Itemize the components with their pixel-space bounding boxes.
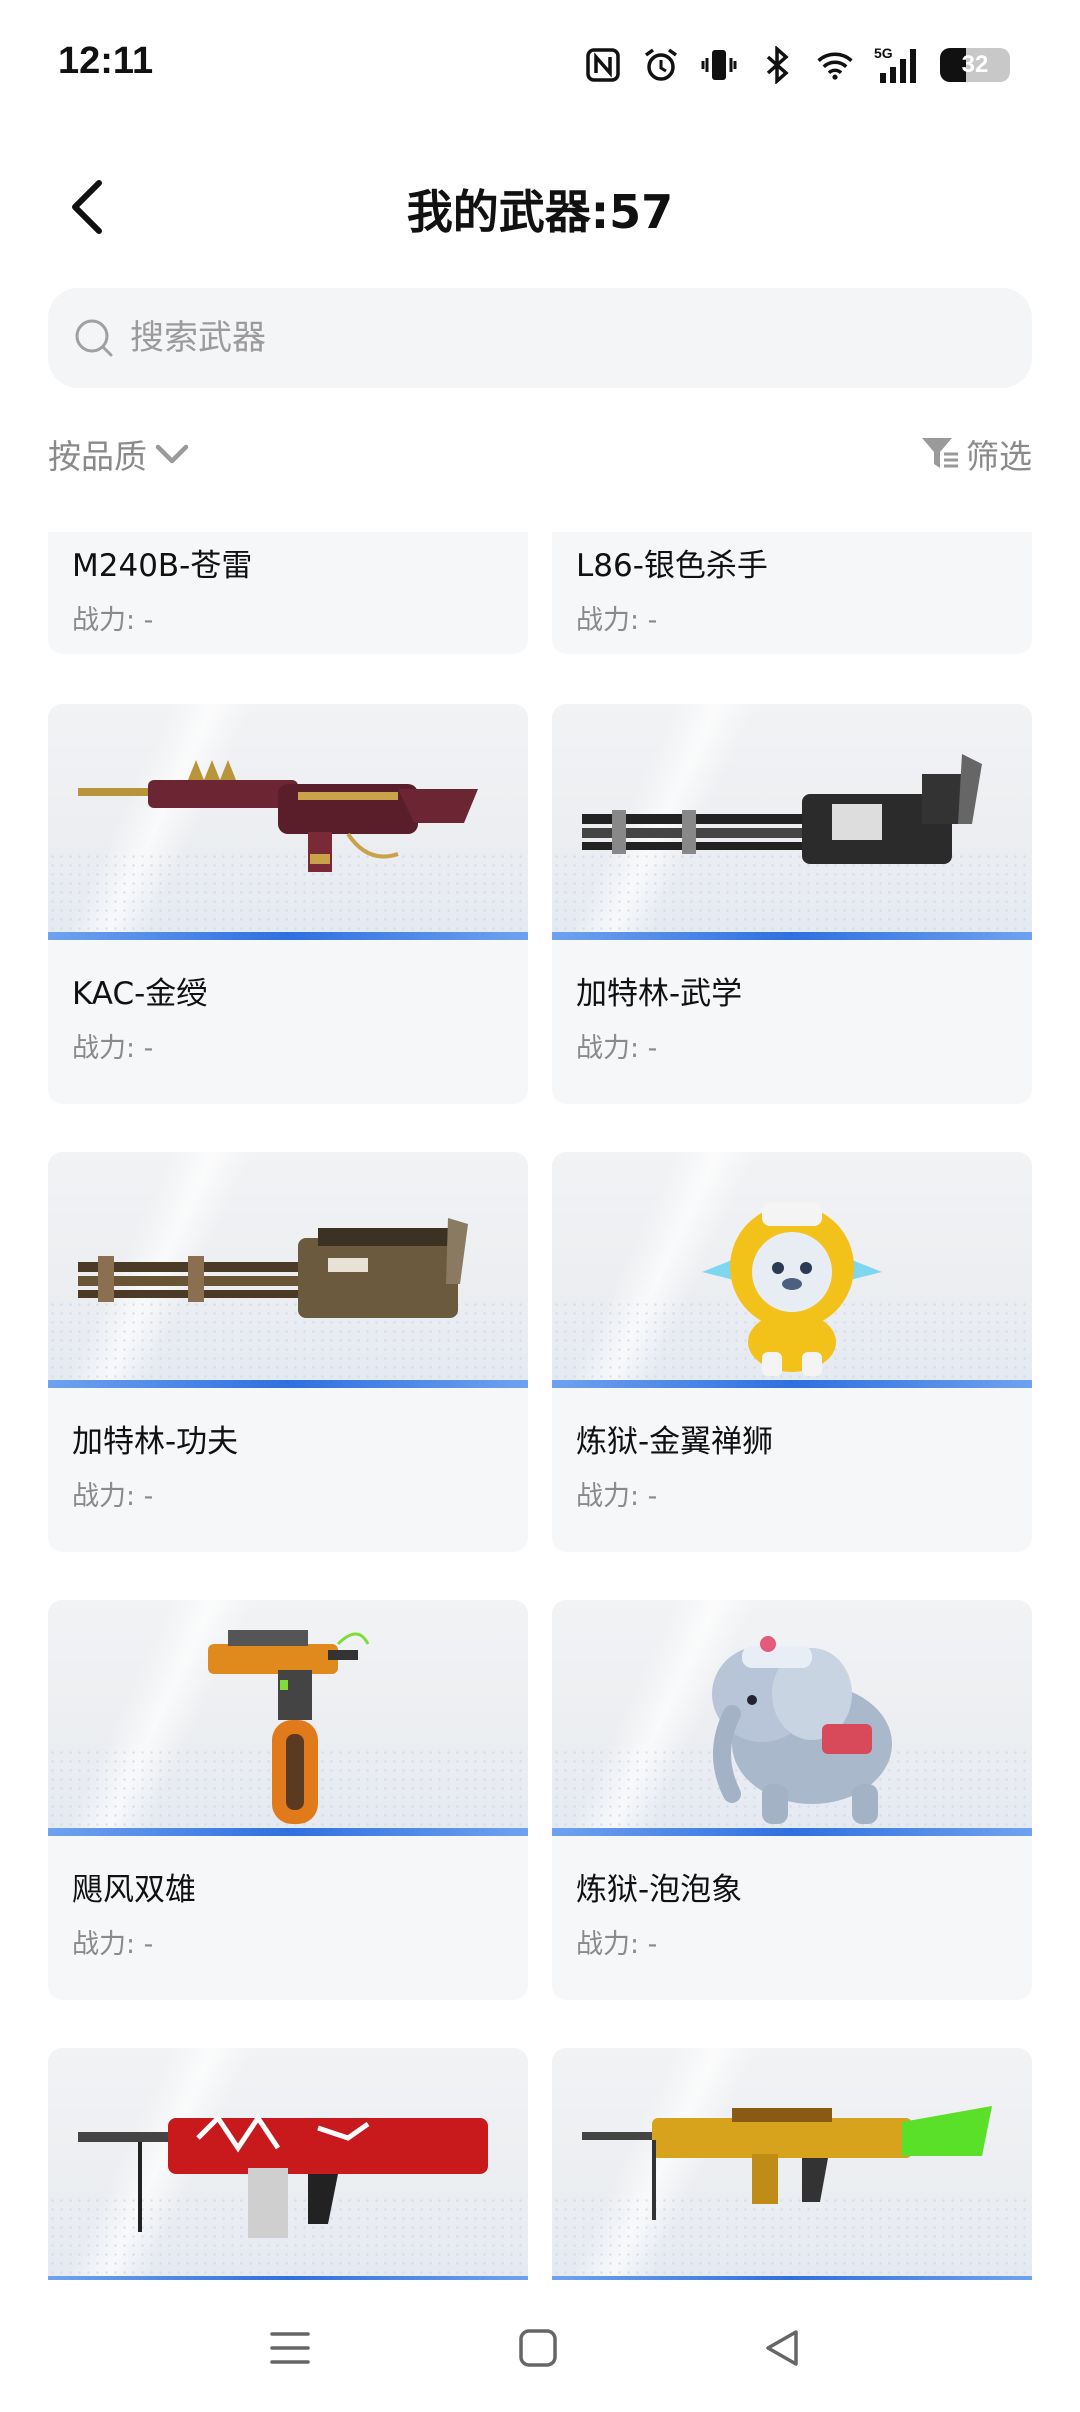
bubble-elephant-image (712, 1636, 892, 1824)
status-icons: 5G 32 (584, 45, 1010, 84)
weapon-card[interactable]: 加特林-武学 战力: - (552, 704, 1032, 1104)
kac-gun-image (78, 760, 478, 872)
weapon-power: 战力: - (576, 605, 658, 636)
svg-text:5G: 5G (874, 45, 893, 61)
weapon-name: L86-银色杀手 (576, 548, 768, 584)
search-icon (75, 319, 113, 357)
weapon-power: 战力: - (72, 1481, 154, 1512)
header: 我的武器:57 (0, 150, 1080, 260)
filter-label: 筛选 (966, 437, 1032, 476)
weapon-card[interactable]: 炼狱-泡泡象 战力: - (552, 1600, 1032, 2000)
back-nav-button[interactable] (752, 2318, 812, 2378)
weapon-power: 战力: - (576, 1929, 658, 1960)
weapon-image (48, 1152, 528, 1388)
weapon-card[interactable]: KAC-金绶 战力: - (48, 704, 528, 1104)
weapon-card[interactable]: M240B-苍雷 战力: - (48, 532, 528, 654)
vibrate-icon (700, 46, 738, 84)
sort-by-quality-button[interactable]: 按品质 (48, 430, 189, 478)
filter-button[interactable]: 筛选 (920, 430, 1032, 478)
weapon-image (552, 1152, 1032, 1388)
weapon-image (48, 2048, 528, 2280)
weapon-image (552, 704, 1032, 940)
page-title: 我的武器:57 (406, 185, 674, 239)
sort-label: 按品质 (48, 437, 147, 476)
weapon-power: 战力: - (72, 1929, 154, 1960)
hurricane-smg-image (208, 1630, 370, 1824)
weapon-card[interactable]: 加特林-功夫 战力: - (48, 1152, 528, 1552)
weapon-card[interactable]: 炼狱-金翼禅狮 战力: - (552, 1152, 1032, 1552)
home-button[interactable] (508, 2318, 568, 2378)
weapon-grid: M240B-苍雷 战力: - L86-银色杀手 战力: - KAC-金绶 战力:… (0, 532, 1080, 2280)
filter-icon (922, 438, 958, 468)
status-time: 12:11 (58, 40, 154, 82)
weapon-card[interactable] (48, 2048, 528, 2280)
weapon-name: 炼狱-泡泡象 (576, 1872, 743, 1908)
weapon-card[interactable]: L86-银色杀手 战力: - (552, 532, 1032, 654)
weapon-name: 炼狱-金翼禅狮 (576, 1424, 774, 1460)
back-icon (766, 2330, 798, 2366)
signal-5g-icon: 5G (874, 45, 920, 84)
weapon-name: KAC-金绶 (72, 976, 208, 1012)
weapon-card[interactable]: 飓风双雄 战力: - (48, 1600, 528, 2000)
gatling-kungfu-image (78, 1218, 468, 1318)
system-nav-bar (0, 2280, 1080, 2412)
weapon-card[interactable] (552, 2048, 1032, 2280)
yellow-mg-image (582, 2106, 992, 2220)
battery-icon: 32 (940, 48, 1010, 82)
weapon-name: M240B-苍雷 (72, 548, 253, 584)
sort-filter-row: 按品质 筛选 (48, 430, 1032, 490)
wifi-icon (816, 46, 854, 84)
weapon-name: 飓风双雄 (72, 1872, 196, 1908)
status-bar: 12:11 5G 32 (0, 0, 1080, 140)
gatling-wuxue-image (582, 754, 982, 864)
battery-level: 32 (961, 51, 989, 78)
bluetooth-icon (758, 46, 796, 84)
menu-icon (270, 2332, 310, 2364)
weapon-power: 战力: - (72, 605, 154, 636)
weapon-image (552, 2048, 1032, 2280)
recent-apps-button[interactable] (260, 2318, 320, 2378)
search-input[interactable] (130, 318, 980, 358)
nfc-icon (584, 46, 622, 84)
weapon-image (48, 704, 528, 940)
weapon-power: 战力: - (576, 1481, 658, 1512)
search-box[interactable] (48, 288, 1032, 388)
chevron-down-icon (155, 444, 189, 464)
weapon-image (48, 1600, 528, 1836)
golden-lion-image (702, 1202, 882, 1376)
home-icon (519, 2329, 557, 2367)
weapon-name: 加特林-功夫 (72, 1424, 239, 1460)
weapon-power: 战力: - (576, 1033, 658, 1064)
weapon-power: 战力: - (72, 1033, 154, 1064)
red-mg-image (78, 2113, 488, 2238)
weapon-image (552, 1600, 1032, 1836)
alarm-icon (642, 46, 680, 84)
weapon-name: 加特林-武学 (576, 976, 743, 1012)
